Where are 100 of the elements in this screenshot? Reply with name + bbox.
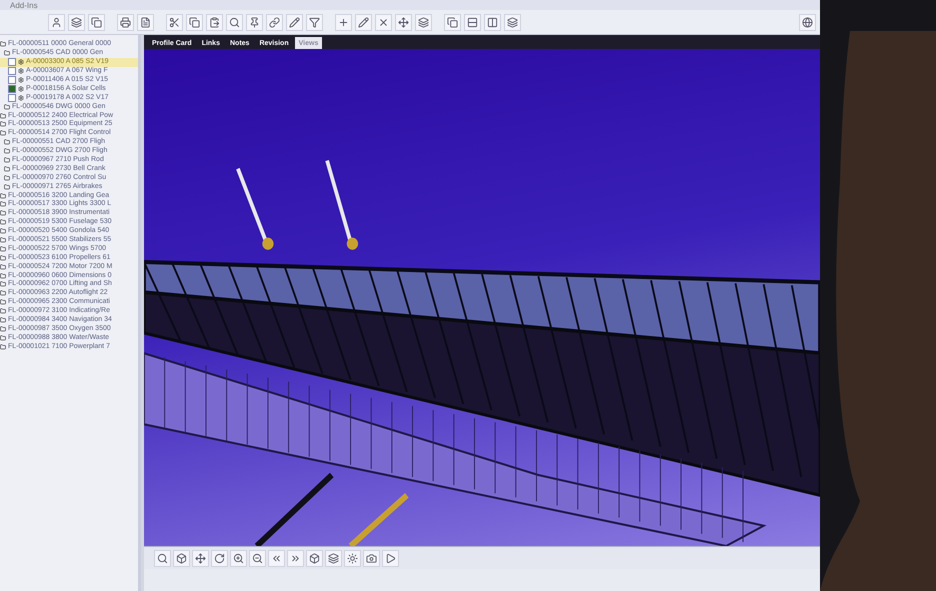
play-icon (385, 552, 396, 564)
folder-icon (0, 264, 6, 270)
part-icon (18, 68, 24, 74)
layers-button[interactable] (68, 14, 85, 30)
folder-icon (4, 166, 10, 172)
rows-icon (467, 16, 478, 28)
paste-icon (209, 16, 220, 28)
folder-icon (4, 184, 10, 190)
layers-button[interactable] (325, 550, 342, 566)
globe-button[interactable] (799, 14, 816, 30)
document-button[interactable] (137, 14, 154, 30)
checkbox[interactable] (8, 76, 16, 84)
select-icon (157, 552, 168, 564)
fit-button[interactable] (173, 550, 190, 566)
move-button[interactable] (395, 14, 412, 30)
part-icon (18, 86, 24, 92)
move-icon (398, 16, 409, 28)
layers-button[interactable] (504, 14, 521, 30)
user-button[interactable] (48, 14, 65, 30)
folder-icon (0, 290, 6, 296)
edit-button[interactable] (355, 14, 372, 30)
zoom-in-button[interactable] (230, 550, 247, 566)
filter-button[interactable] (306, 14, 323, 30)
checkbox[interactable] (8, 84, 16, 93)
select-button[interactable] (154, 550, 171, 566)
folder-icon (0, 201, 6, 208)
columns-button[interactable] (484, 14, 501, 30)
fit-icon (176, 552, 187, 564)
copy-icon (91, 16, 102, 28)
checkbox[interactable] (8, 67, 16, 76)
folder-icon (0, 41, 6, 48)
camera-icon (366, 552, 377, 564)
delete-button[interactable] (375, 14, 392, 30)
folder-icon (0, 272, 6, 279)
next-icon (290, 552, 301, 564)
folder-icon (4, 139, 10, 146)
copy-button[interactable] (444, 14, 461, 30)
pin-button[interactable] (246, 14, 263, 30)
rotate-button[interactable] (211, 550, 228, 566)
folder-icon (0, 121, 6, 128)
copy-button[interactable] (88, 14, 105, 30)
copy-icon (447, 16, 458, 28)
previous-button[interactable] (268, 550, 285, 566)
folder-icon (0, 228, 6, 234)
pencil-icon (289, 16, 300, 28)
play-button[interactable] (382, 550, 399, 566)
copy-button[interactable] (186, 14, 203, 30)
document-icon (140, 16, 151, 28)
zoom-out-icon (252, 552, 263, 564)
print-button[interactable] (117, 14, 134, 30)
cube-button[interactable] (306, 550, 323, 566)
columns-icon (487, 16, 498, 28)
folder-icon (0, 219, 6, 226)
next-button[interactable] (287, 550, 304, 566)
folder-icon (0, 112, 6, 119)
folder-icon (0, 344, 6, 350)
layers-icon (71, 16, 82, 28)
folder-icon (4, 50, 10, 56)
folder-icon (0, 281, 6, 288)
folder-icon (0, 317, 6, 324)
filter-icon (309, 16, 320, 28)
folder-icon (4, 174, 10, 181)
zoom-in-icon (233, 552, 244, 564)
print-icon (120, 16, 131, 28)
checkbox[interactable] (8, 58, 16, 66)
globe-icon (802, 16, 813, 28)
folder-icon (0, 326, 6, 332)
cut-button[interactable] (166, 14, 183, 30)
part-icon (18, 94, 24, 101)
link-icon (269, 16, 280, 28)
previous-icon (271, 552, 282, 564)
add-button[interactable] (335, 14, 352, 30)
folder-icon (4, 104, 10, 110)
part-icon (18, 59, 24, 66)
pan-button[interactable] (192, 550, 209, 566)
folder-icon (4, 157, 10, 164)
cube-icon (309, 552, 320, 564)
rows-button[interactable] (464, 14, 481, 30)
cut-icon (169, 16, 180, 28)
folder-icon (0, 210, 6, 216)
search-icon (229, 16, 240, 28)
link-button[interactable] (266, 14, 283, 30)
light-button[interactable] (344, 550, 361, 566)
folder-icon (0, 254, 6, 261)
folder-icon (0, 308, 6, 314)
paste-button[interactable] (206, 14, 223, 30)
part-icon (18, 77, 24, 83)
folder-icon (0, 192, 6, 199)
layers-icon (328, 552, 339, 564)
search-button[interactable] (226, 14, 243, 30)
add-icon (338, 16, 349, 28)
window-title: Add-Ins (10, 0, 38, 10)
layers-button[interactable] (415, 14, 432, 30)
zoom-out-button[interactable] (249, 550, 266, 566)
folder-icon (0, 299, 6, 306)
checkbox[interactable] (8, 94, 16, 102)
copy-icon (189, 16, 200, 28)
pencil-button[interactable] (286, 14, 303, 30)
rotate-icon (214, 552, 225, 564)
camera-button[interactable] (363, 550, 380, 566)
